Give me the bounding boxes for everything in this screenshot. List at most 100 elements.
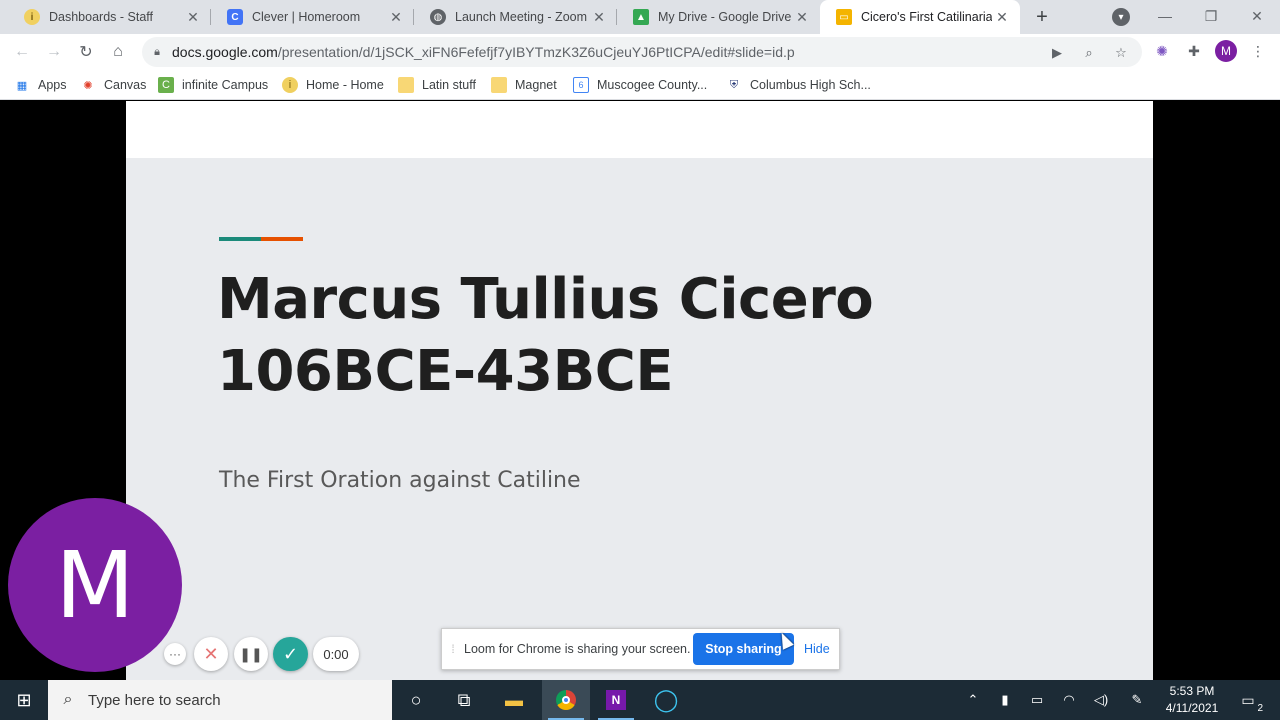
accent-orange — [261, 237, 303, 241]
bookmark-magnet[interactable]: Magnet — [491, 76, 557, 94]
notification-center-icon[interactable]: ▭ 2 — [1237, 690, 1263, 714]
chrome-logo — [556, 690, 576, 710]
back-icon[interactable]: ← — [10, 40, 34, 64]
cortana-icon[interactable]: ○ — [392, 680, 440, 720]
new-tab-button[interactable]: + — [1030, 5, 1054, 29]
title-accent-bar — [219, 237, 303, 241]
volume-icon[interactable]: ◁) — [1090, 680, 1112, 720]
taskbar-search-box[interactable]: ⌕ Type here to search — [48, 680, 392, 720]
screen: i Dashboards - Staff ✕ C Clever | Homero… — [0, 0, 1280, 720]
drag-handle-icon[interactable]: ⁞ — [442, 642, 464, 656]
taskbar-clock[interactable]: 5:53 PM 4/11/2021 — [1157, 683, 1227, 717]
window-close-icon[interactable]: ✕ — [1234, 4, 1280, 28]
bookmark-label: infinite Campus — [182, 78, 269, 92]
search-icon: ⌕ — [63, 691, 73, 708]
address-bar[interactable]: 🔒︎ docs.google.com/presentation/d/1jSCK_… — [142, 37, 1142, 67]
address-url[interactable]: docs.google.com/presentation/d/1jSCK_xiF… — [172, 44, 795, 60]
taskbar-search-placeholder: Type here to search — [88, 691, 221, 709]
loom-more-icon[interactable]: ··· — [164, 643, 186, 665]
slide: Marcus Tullius Cicero 106BCE-43BCE The F… — [126, 158, 1153, 680]
loom-camera-bubble[interactable]: M — [8, 498, 182, 672]
clever-icon: C — [227, 9, 243, 25]
extensions-puzzle-icon[interactable]: ✚ — [1184, 41, 1204, 61]
reload-icon[interactable]: ↻ — [74, 40, 98, 64]
globe-icon: ◍ — [430, 9, 446, 25]
google-slides-icon: ▭ — [836, 9, 852, 25]
tab-search-icon[interactable]: ▾ — [1112, 8, 1130, 26]
school-shield-icon: ⛨ — [729, 78, 739, 91]
home-icon[interactable]: ⌂ — [106, 40, 130, 64]
onenote-icon[interactable]: N — [592, 680, 640, 720]
bookmark-label: Muscogee County... — [597, 78, 708, 92]
tab-google-drive[interactable]: ▲ My Drive - Google Drive ✕ — [617, 0, 820, 34]
bookmark-apps[interactable]: ▦ Apps — [14, 76, 67, 94]
close-icon[interactable]: ✕ — [183, 7, 203, 27]
campus-icon: C — [158, 77, 174, 93]
bookmark-home[interactable]: i Home - Home — [282, 76, 384, 94]
tab-title: Dashboards - Staff — [49, 10, 153, 24]
loom-cancel-icon[interactable]: ✕ — [194, 637, 228, 671]
lock-icon: 🔒︎ — [154, 45, 160, 58]
camera-icon[interactable]: ▶ — [1048, 44, 1066, 62]
microphone-icon[interactable]: ▮ — [994, 680, 1016, 720]
bookmark-star-icon[interactable]: ☆ — [1112, 44, 1130, 62]
close-icon[interactable]: ✕ — [386, 7, 406, 27]
share-message: Loom for Chrome is sharing your screen. — [464, 642, 691, 656]
bookmark-label: Apps — [38, 78, 67, 92]
battery-icon[interactable]: ▭ — [1026, 680, 1048, 720]
windows-taskbar: ⊞ ⌕ Type here to search ○ ⧉ ▬ N ◯ ⌃ ▮ ▭ … — [0, 680, 1280, 720]
close-icon[interactable]: ✕ — [992, 7, 1012, 27]
infinite-campus-icon: i — [24, 9, 40, 25]
minimize-icon[interactable]: — — [1142, 4, 1188, 28]
file-explorer-icon[interactable]: ▬ — [490, 680, 538, 720]
tab-zoom[interactable]: ◍ Launch Meeting - Zoom ✕ — [414, 0, 617, 34]
windows-start-icon[interactable]: ⊞ — [0, 680, 48, 720]
task-view-icon[interactable]: ⧉ — [440, 680, 488, 720]
bookmark-canvas[interactable]: ✺ Canvas — [80, 76, 146, 94]
forward-icon[interactable]: → — [42, 40, 66, 64]
url-host: docs.google.com — [172, 44, 278, 60]
zoom-icon[interactable]: ⌕ — [1080, 44, 1098, 62]
tab-clever[interactable]: C Clever | Homeroom ✕ — [211, 0, 414, 34]
google-drive-icon: ▲ — [633, 9, 649, 25]
onenote-logo: N — [606, 690, 626, 710]
clock-time: 5:53 PM — [1169, 684, 1215, 698]
restore-icon[interactable]: ❐ — [1188, 4, 1234, 28]
tab-strip: i Dashboards - Staff ✕ C Clever | Homero… — [0, 0, 1280, 34]
url-path: /presentation/d/1jSCK_xiFN6Fefefjf7yIBYT… — [277, 44, 795, 60]
folder-icon — [398, 77, 414, 93]
clock-date: 4/11/2021 — [1165, 701, 1219, 715]
alexa-icon[interactable]: ◯ — [642, 680, 690, 720]
close-icon[interactable]: ✕ — [589, 7, 609, 27]
wifi-icon[interactable]: ◠ — [1058, 680, 1080, 720]
browser-toolbar: ← → ↻ ⌂ 🔒︎ docs.google.com/presentation/… — [0, 34, 1280, 70]
tab-cicero-slides[interactable]: ▭ Cicero's First Catilinarian ✕ — [820, 0, 1020, 34]
bookmark-infinite-campus[interactable]: C infinite Campus — [158, 76, 268, 94]
bookmark-label: Columbus High Sch... — [750, 78, 871, 92]
calendar-icon: 6 — [573, 77, 589, 93]
notification-count: 2 — [1257, 703, 1263, 714]
folder-icon — [491, 77, 507, 93]
bookmark-label: Home - Home — [306, 78, 384, 92]
hide-button[interactable]: Hide — [804, 642, 830, 656]
extension-icon[interactable]: ✺ — [1152, 41, 1172, 61]
tray-overflow-icon[interactable]: ⌃ — [962, 680, 984, 720]
bookmark-label: Canvas — [104, 78, 147, 92]
menu-kebab-icon[interactable]: ⋮ — [1248, 41, 1268, 61]
pen-icon[interactable]: ✎ — [1126, 680, 1148, 720]
slide-title-line1: Marcus Tullius Cicero — [217, 267, 874, 332]
loom-pause-icon[interactable]: ❚❚ — [234, 637, 268, 671]
home-bookmark-icon: i — [282, 77, 298, 93]
bookmark-muscogee-county[interactable]: 6 Muscogee County... — [573, 76, 707, 94]
tab-dashboards[interactable]: i Dashboards - Staff ✕ — [8, 0, 211, 34]
tab-title: Clever | Homeroom — [252, 10, 361, 24]
slide-header-strip — [126, 101, 1153, 158]
bookmark-latin-stuff[interactable]: Latin stuff — [398, 76, 476, 94]
close-icon[interactable]: ✕ — [792, 7, 812, 27]
bookmark-columbus-high[interactable]: ⛨ Columbus High Sch... — [726, 76, 871, 94]
profile-avatar[interactable]: M — [1215, 40, 1237, 62]
accent-teal — [219, 237, 261, 241]
loom-finish-icon[interactable]: ✓ — [273, 637, 308, 671]
slide-subtitle: The First Oration against Catiline — [219, 468, 581, 493]
chrome-icon[interactable] — [542, 680, 590, 720]
